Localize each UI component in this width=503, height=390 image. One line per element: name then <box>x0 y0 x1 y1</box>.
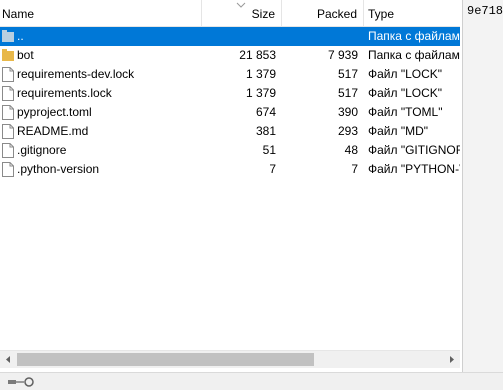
scroll-right-icon[interactable] <box>443 351 460 368</box>
right-panel-text: 9e718 <box>467 4 503 18</box>
file-icon <box>2 105 14 120</box>
file-row[interactable]: requirements.lock 1 379 517 Файл "LOCK" <box>0 84 460 103</box>
scroll-left-icon[interactable] <box>0 351 17 368</box>
file-row[interactable]: README.md 381 293 Файл "MD" <box>0 122 460 141</box>
scrollbar-thumb[interactable] <box>17 353 314 366</box>
file-type: Файл "TOML" <box>368 105 443 119</box>
file-packed-size: 517 <box>337 67 358 81</box>
status-bar <box>0 372 503 390</box>
file-name: requirements.lock <box>17 86 112 100</box>
right-panel[interactable]: 9e718 <box>462 0 503 372</box>
column-name-header[interactable]: Name <box>0 0 202 26</box>
file-type: Папка с файлами <box>368 29 460 43</box>
file-type: Файл "MD" <box>368 124 429 138</box>
drive-icon <box>8 377 34 387</box>
column-header: Name Size Packed Type <box>0 0 460 27</box>
file-row[interactable]: bot 21 853 7 939 Папка с файлами <box>0 46 460 65</box>
file-row[interactable]: .. Папка с файлами <box>0 27 460 46</box>
file-size: 674 <box>255 105 276 119</box>
file-size: 1 379 <box>245 86 276 100</box>
file-name: .gitignore <box>17 143 67 157</box>
file-type: Папка с файлами <box>368 48 460 62</box>
file-size <box>202 27 276 46</box>
file-icon <box>2 162 14 177</box>
file-name: pyproject.toml <box>17 105 92 119</box>
file-row[interactable]: pyproject.toml 674 390 Файл "TOML" <box>0 103 460 122</box>
file-type: Файл "LOCK" <box>368 67 443 81</box>
file-name: .. <box>17 29 24 43</box>
file-packed-size: 390 <box>337 105 358 119</box>
folder-icon <box>2 49 14 61</box>
column-type-header[interactable]: Type <box>364 0 460 26</box>
file-name: bot <box>17 48 34 62</box>
sort-arrow-icon <box>236 2 246 8</box>
file-icon <box>2 86 14 101</box>
file-size: 1 379 <box>245 67 276 81</box>
horizontal-scrollbar[interactable] <box>0 350 460 368</box>
file-size: 7 <box>269 162 276 176</box>
file-type: Файл "GITIGNORE" <box>368 143 460 157</box>
file-packed-size: 48 <box>344 143 358 157</box>
file-packed-size: 517 <box>337 86 358 100</box>
file-type: Файл "PYTHON-VERSION" <box>368 162 460 176</box>
file-name: requirements-dev.lock <box>17 67 135 81</box>
file-size: 21 853 <box>239 48 276 62</box>
file-row[interactable]: requirements-dev.lock 1 379 517 Файл "LOCK" <box>0 65 460 84</box>
file-row[interactable]: .gitignore 51 48 Файл "GITIGNORE" <box>0 141 460 160</box>
file-type: Файл "LOCK" <box>368 86 443 100</box>
file-size: 381 <box>255 124 276 138</box>
column-packed-header[interactable]: Packed <box>282 0 364 26</box>
file-name: .python-version <box>17 162 100 176</box>
file-packed-size <box>282 27 358 46</box>
file-icon <box>2 124 14 139</box>
folder-up-icon <box>2 30 14 42</box>
file-icon <box>2 143 14 158</box>
file-row[interactable]: .python-version 7 7 Файл "PYTHON-VERSION" <box>0 160 460 179</box>
file-packed-size: 7 <box>351 162 358 176</box>
file-list-panel: Name Size Packed Type .. Папка с файлами b… <box>0 0 460 350</box>
file-packed-size: 7 939 <box>327 48 358 62</box>
file-icon <box>2 67 14 82</box>
file-name: README.md <box>17 124 89 138</box>
file-packed-size: 293 <box>337 124 358 138</box>
file-size: 51 <box>262 143 276 157</box>
